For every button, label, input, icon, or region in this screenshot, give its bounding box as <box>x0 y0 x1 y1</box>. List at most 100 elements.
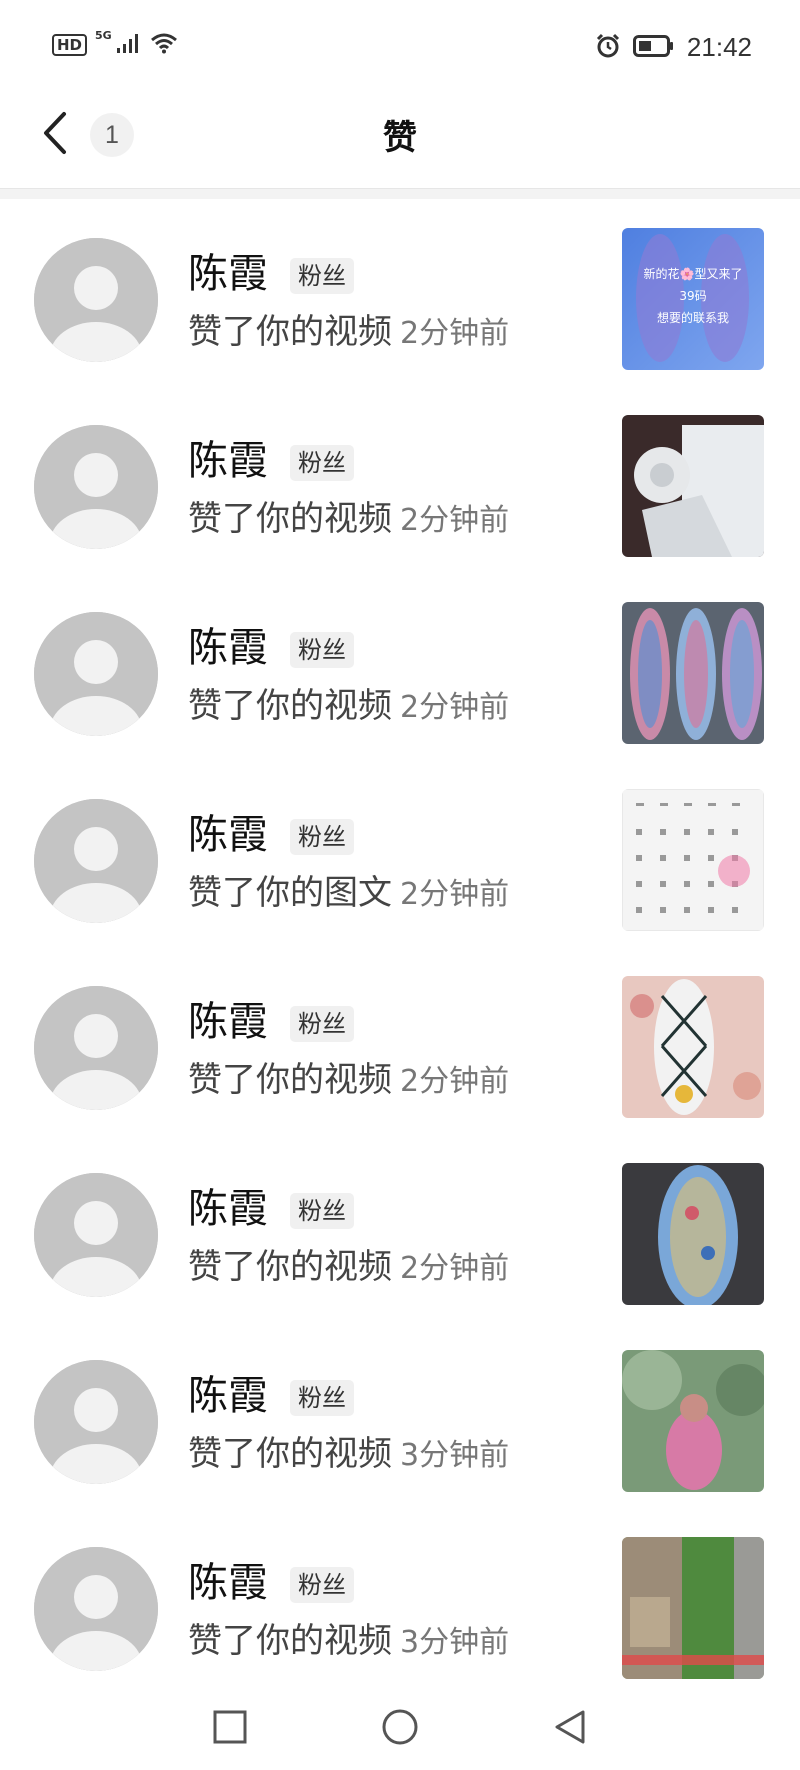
blurred-photo-image <box>622 1350 764 1492</box>
list-item[interactable]: 陈霞 粉丝 赞了你的视频 2分钟前 <box>0 385 800 572</box>
list-item[interactable]: 陈霞 粉丝 赞了你的视频 2分钟前 新的花🌸型又来了 39码 想要的联系我 <box>0 198 800 385</box>
system-back-button[interactable] <box>545 1702 595 1752</box>
timestamp: 2分钟前 <box>400 316 510 351</box>
like-action: 赞了你的视频 2分钟前 <box>188 497 509 543</box>
default-avatar-icon <box>34 1173 158 1297</box>
wifi-icon <box>150 32 178 58</box>
status-bar: HD 5G 21:42 <box>0 0 800 90</box>
village-field-image <box>622 1537 764 1679</box>
triangle-back-icon <box>555 1710 585 1744</box>
default-avatar-icon <box>34 1547 158 1671</box>
avatar[interactable] <box>34 612 158 736</box>
clock: 21:42 <box>686 32 752 62</box>
like-action: 赞了你的视频 2分钟前 <box>188 1058 509 1104</box>
avatar[interactable] <box>34 1547 158 1671</box>
action-text: 赞了你的视频 <box>188 1247 392 1287</box>
like-action: 赞了你的视频 3分钟前 <box>188 1432 509 1478</box>
user-name[interactable]: 陈霞 <box>188 250 268 298</box>
list-item[interactable]: 陈霞 粉丝 赞了你的视频 2分钟前 <box>0 572 800 759</box>
calendar-image <box>622 789 764 931</box>
insole-collage-image: 新的花🌸型又来了 39码 想要的联系我 <box>622 228 764 370</box>
fan-badge: 粉丝 <box>290 819 354 855</box>
alarm-icon <box>595 33 621 63</box>
user-name[interactable]: 陈霞 <box>188 1559 268 1607</box>
user-name[interactable]: 陈霞 <box>188 1185 268 1233</box>
fan-badge: 粉丝 <box>290 258 354 294</box>
like-action: 赞了你的视频 2分钟前 <box>188 1245 509 1291</box>
default-avatar-icon <box>34 799 158 923</box>
timestamp: 2分钟前 <box>400 1251 510 1286</box>
fan-badge: 粉丝 <box>290 1567 354 1603</box>
avatar[interactable] <box>34 1360 158 1484</box>
like-action: 赞了你的视频 2分钟前 <box>188 310 509 356</box>
post-thumbnail[interactable] <box>622 789 764 931</box>
post-thumbnail[interactable] <box>622 415 764 557</box>
list-item[interactable]: 陈霞 粉丝 赞了你的视频 3分钟前 <box>0 1507 800 1694</box>
cross-stitch-insole-image <box>622 976 764 1118</box>
home-button[interactable] <box>375 1702 425 1752</box>
post-thumbnail[interactable] <box>622 1163 764 1305</box>
action-text: 赞了你的图文 <box>188 873 392 913</box>
navigation-bar <box>0 1690 800 1770</box>
fan-badge: 粉丝 <box>290 1380 354 1416</box>
post-thumbnail[interactable] <box>622 602 764 744</box>
fan-badge: 粉丝 <box>290 632 354 668</box>
timestamp: 3分钟前 <box>400 1438 510 1473</box>
status-right: 21:42 <box>595 32 752 63</box>
default-avatar-icon <box>34 986 158 1110</box>
user-name[interactable]: 陈霞 <box>188 437 268 485</box>
recent-apps-button[interactable] <box>205 1702 255 1752</box>
timestamp: 2分钟前 <box>400 1064 510 1099</box>
timestamp: 2分钟前 <box>400 690 510 725</box>
action-text: 赞了你的视频 <box>188 312 392 352</box>
post-thumbnail[interactable]: 新的花🌸型又来了 39码 想要的联系我 <box>622 228 764 370</box>
avatar[interactable] <box>34 986 158 1110</box>
fan-badge: 粉丝 <box>290 445 354 481</box>
like-action: 赞了你的图文 2分钟前 <box>188 871 509 917</box>
fan-badge: 粉丝 <box>290 1006 354 1042</box>
likes-list: 陈霞 粉丝 赞了你的视频 2分钟前 新的花🌸型又来了 39码 想要的联系我 陈霞… <box>0 198 800 1694</box>
network-type: 5G <box>95 28 112 42</box>
user-name[interactable]: 陈霞 <box>188 624 268 672</box>
action-text: 赞了你的视频 <box>188 1434 392 1474</box>
thumbnail-caption: 新的花🌸型又来了 <box>644 266 743 281</box>
fabric-roll-image <box>622 415 764 557</box>
circle-icon <box>382 1709 418 1745</box>
action-text: 赞了你的视频 <box>188 686 392 726</box>
list-item[interactable]: 陈霞 粉丝 赞了你的视频 2分钟前 <box>0 1133 800 1320</box>
list-item[interactable]: 陈霞 粉丝 赞了你的视频 2分钟前 <box>0 946 800 1133</box>
user-name[interactable]: 陈霞 <box>188 998 268 1046</box>
like-action: 赞了你的视频 2分钟前 <box>188 684 509 730</box>
post-thumbnail[interactable] <box>622 1350 764 1492</box>
header: 1 赞 <box>0 90 800 190</box>
timestamp: 2分钟前 <box>400 877 510 912</box>
default-avatar-icon <box>34 425 158 549</box>
list-item[interactable]: 陈霞 粉丝 赞了你的图文 2分钟前 <box>0 759 800 946</box>
embroidered-insoles-image <box>622 602 764 744</box>
avatar[interactable] <box>34 425 158 549</box>
default-avatar-icon <box>34 612 158 736</box>
page-title: 赞 <box>383 118 417 158</box>
list-item[interactable]: 陈霞 粉丝 赞了你的视频 3分钟前 <box>0 1320 800 1507</box>
avatar[interactable] <box>34 799 158 923</box>
square-icon <box>213 1710 247 1744</box>
avatar[interactable] <box>34 1173 158 1297</box>
status-left: HD 5G <box>52 28 178 58</box>
hd-badge: HD <box>52 34 88 56</box>
fan-badge: 粉丝 <box>290 1193 354 1229</box>
user-name[interactable]: 陈霞 <box>188 811 268 859</box>
like-action: 赞了你的视频 3分钟前 <box>188 1619 509 1665</box>
action-text: 赞了你的视频 <box>188 1621 392 1661</box>
post-thumbnail[interactable] <box>622 976 764 1118</box>
floral-insole-image <box>622 1163 764 1305</box>
action-text: 赞了你的视频 <box>188 1060 392 1100</box>
thumbnail-caption: 想要的联系我 <box>657 310 729 325</box>
timestamp: 2分钟前 <box>400 503 510 538</box>
default-avatar-icon <box>34 238 158 362</box>
action-text: 赞了你的视频 <box>188 499 392 539</box>
avatar[interactable] <box>34 238 158 362</box>
default-avatar-icon <box>34 1360 158 1484</box>
signal-icon <box>116 32 142 58</box>
post-thumbnail[interactable] <box>622 1537 764 1679</box>
user-name[interactable]: 陈霞 <box>188 1372 268 1420</box>
